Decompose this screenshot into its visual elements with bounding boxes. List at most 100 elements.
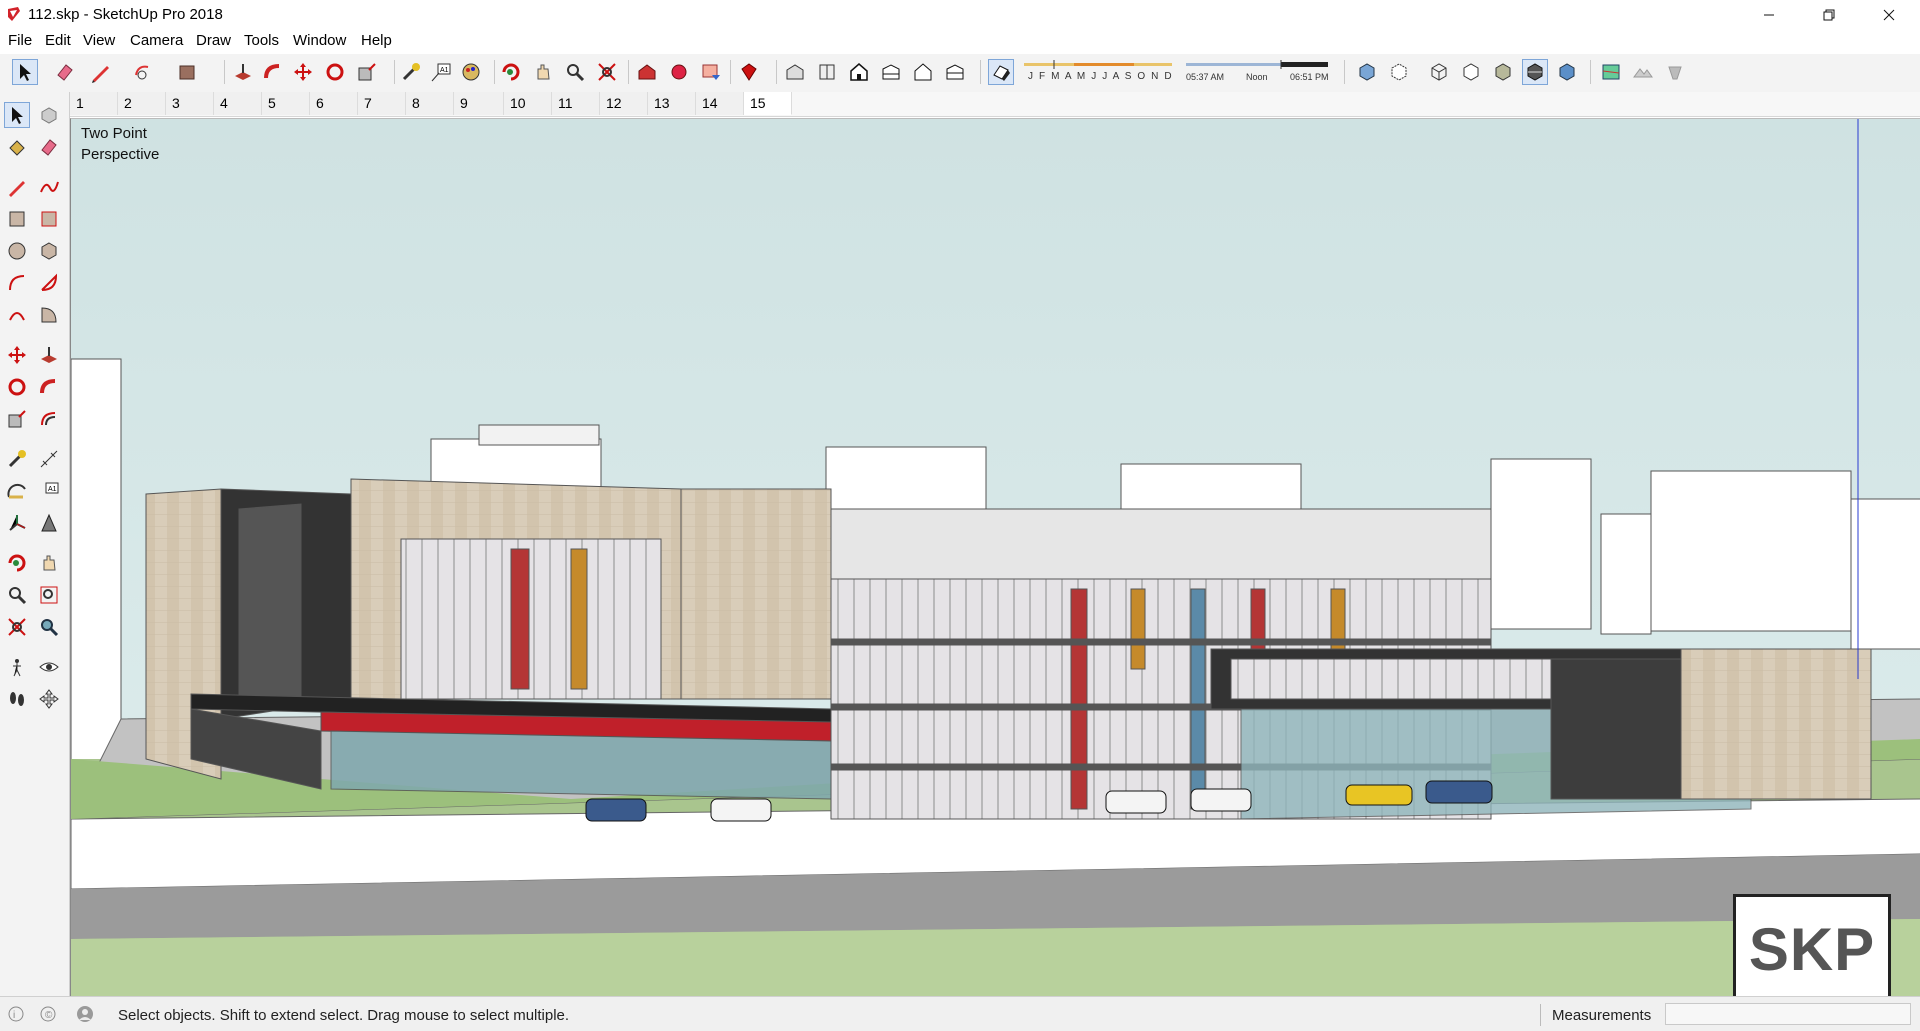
pan-button[interactable] xyxy=(530,59,556,85)
lt-3d-text-button[interactable] xyxy=(36,510,62,536)
scene-tab-10[interactable]: 10 xyxy=(504,92,552,115)
back-view-button[interactable] xyxy=(910,59,936,85)
minimize-button[interactable] xyxy=(1740,0,1798,30)
eraser-tool-button[interactable] xyxy=(52,59,78,85)
scene-tab-9[interactable]: 9 xyxy=(454,92,504,115)
lt-pie-button[interactable] xyxy=(36,302,62,328)
toggle-terrain-button[interactable] xyxy=(1630,59,1656,85)
paint-bucket-button[interactable] xyxy=(174,59,200,85)
lt-paint-bucket-button[interactable] xyxy=(4,134,30,160)
zoom-extents-button[interactable] xyxy=(594,59,620,85)
lt-protractor-button[interactable] xyxy=(4,478,30,504)
ruby-console-button[interactable] xyxy=(736,59,762,85)
rotate-tool-button[interactable] xyxy=(322,59,348,85)
lt-eraser-button[interactable] xyxy=(36,134,62,160)
text-tool-button[interactable]: A1 xyxy=(428,59,454,85)
monochrome-button[interactable] xyxy=(1554,59,1580,85)
move-tool-button[interactable] xyxy=(290,59,316,85)
lt-offset-button[interactable] xyxy=(36,406,62,432)
lt-dimension-button[interactable] xyxy=(36,446,62,472)
lt-rotate-button[interactable] xyxy=(4,374,30,400)
scene-tab-7[interactable]: 7 xyxy=(358,92,406,115)
photo-textures-button[interactable] xyxy=(1662,59,1688,85)
menu-draw[interactable]: Draw xyxy=(196,32,231,49)
lt-make-component-button[interactable] xyxy=(36,102,62,128)
scene-tab-15[interactable]: 15 xyxy=(744,92,792,115)
lt-2point-arc-button[interactable] xyxy=(36,270,62,296)
menu-tools[interactable]: Tools xyxy=(244,32,279,49)
lt-walk-button[interactable] xyxy=(4,686,30,712)
lt-follow-me-button[interactable] xyxy=(36,374,62,400)
lt-rectangle-button[interactable] xyxy=(4,206,30,232)
lt-freehand-button[interactable] xyxy=(36,174,62,200)
menu-view[interactable]: View xyxy=(83,32,115,49)
lt-tape-measure-button[interactable] xyxy=(4,446,30,472)
lt-3point-arc-button[interactable] xyxy=(4,302,30,328)
lt-previous-view-button[interactable] xyxy=(36,614,62,640)
close-button[interactable] xyxy=(1860,0,1918,30)
lt-arc-button[interactable] xyxy=(4,270,30,296)
shadows-toggle-button[interactable] xyxy=(988,59,1014,85)
wireframe-button[interactable] xyxy=(1426,59,1452,85)
orbit-button[interactable] xyxy=(498,59,524,85)
lt-text-button[interactable]: A1 xyxy=(36,478,62,504)
scene-tab-1[interactable]: 1 xyxy=(70,92,118,115)
lt-scale-button[interactable] xyxy=(4,406,30,432)
menu-file[interactable]: File xyxy=(8,32,32,49)
lt-look-around-button[interactable] xyxy=(36,654,62,680)
shaded-textures-button[interactable] xyxy=(1522,59,1548,85)
lt-line-button[interactable] xyxy=(4,174,30,200)
menu-window[interactable]: Window xyxy=(293,32,346,49)
zoom-button[interactable] xyxy=(562,59,588,85)
geolocation-icon[interactable]: i xyxy=(8,1006,24,1022)
shaded-button[interactable] xyxy=(1490,59,1516,85)
back-edges-button[interactable] xyxy=(1386,59,1412,85)
lt-polygon-button[interactable] xyxy=(36,238,62,264)
lt-select-button[interactable] xyxy=(4,102,30,128)
lt-zoom-button[interactable] xyxy=(4,582,30,608)
add-location-button[interactable] xyxy=(1598,59,1624,85)
model-viewport[interactable]: Two Point Perspective xyxy=(70,118,1920,996)
restore-button[interactable] xyxy=(1800,0,1858,30)
scene-tab-3[interactable]: 3 xyxy=(166,92,214,115)
lt-rotated-rectangle-button[interactable] xyxy=(36,206,62,232)
lt-position-camera-button[interactable] xyxy=(4,654,30,680)
scene-tab-5[interactable]: 5 xyxy=(262,92,310,115)
shadow-date-slider[interactable] xyxy=(1024,60,1172,70)
lt-zoom-window-button[interactable] xyxy=(36,582,62,608)
scene-tab-11[interactable]: 11 xyxy=(552,92,600,115)
lt-pan-button[interactable] xyxy=(36,550,62,576)
right-view-button[interactable] xyxy=(878,59,904,85)
extension-warehouse-button[interactable] xyxy=(666,59,692,85)
scene-tab-12[interactable]: 12 xyxy=(600,92,648,115)
line-tool-button[interactable] xyxy=(88,59,114,85)
menu-edit[interactable]: Edit xyxy=(45,32,71,49)
top-view-button[interactable] xyxy=(814,59,840,85)
lt-section-plane-button[interactable] xyxy=(36,686,62,712)
left-view-button[interactable] xyxy=(942,59,968,85)
menu-camera[interactable]: Camera xyxy=(130,32,183,49)
scene-tab-8[interactable]: 8 xyxy=(406,92,454,115)
shadow-time-slider[interactable] xyxy=(1186,60,1328,70)
measurements-input[interactable] xyxy=(1665,1003,1911,1025)
credits-icon[interactable]: © xyxy=(40,1006,56,1022)
lt-push-pull-button[interactable] xyxy=(36,342,62,368)
lt-zoom-extents-button[interactable] xyxy=(4,614,30,640)
scene-tab-14[interactable]: 14 xyxy=(696,92,744,115)
warehouse-button[interactable] xyxy=(634,59,660,85)
lt-axes-button[interactable] xyxy=(4,510,30,536)
follow-me-button[interactable] xyxy=(260,59,286,85)
hidden-line-button[interactable] xyxy=(1458,59,1484,85)
tape-measure-button[interactable] xyxy=(398,59,424,85)
lt-move-button[interactable] xyxy=(4,342,30,368)
scene-tab-13[interactable]: 13 xyxy=(648,92,696,115)
paint-tool-button[interactable] xyxy=(458,59,484,85)
scene-tab-4[interactable]: 4 xyxy=(214,92,262,115)
push-pull-button[interactable] xyxy=(230,59,256,85)
menu-help[interactable]: Help xyxy=(361,32,392,49)
user-account-icon[interactable] xyxy=(76,1005,94,1023)
xray-style-button[interactable] xyxy=(1354,59,1380,85)
lt-circle-button[interactable] xyxy=(4,238,30,264)
send-to-layout-button[interactable] xyxy=(698,59,724,85)
iso-view-button[interactable] xyxy=(782,59,808,85)
